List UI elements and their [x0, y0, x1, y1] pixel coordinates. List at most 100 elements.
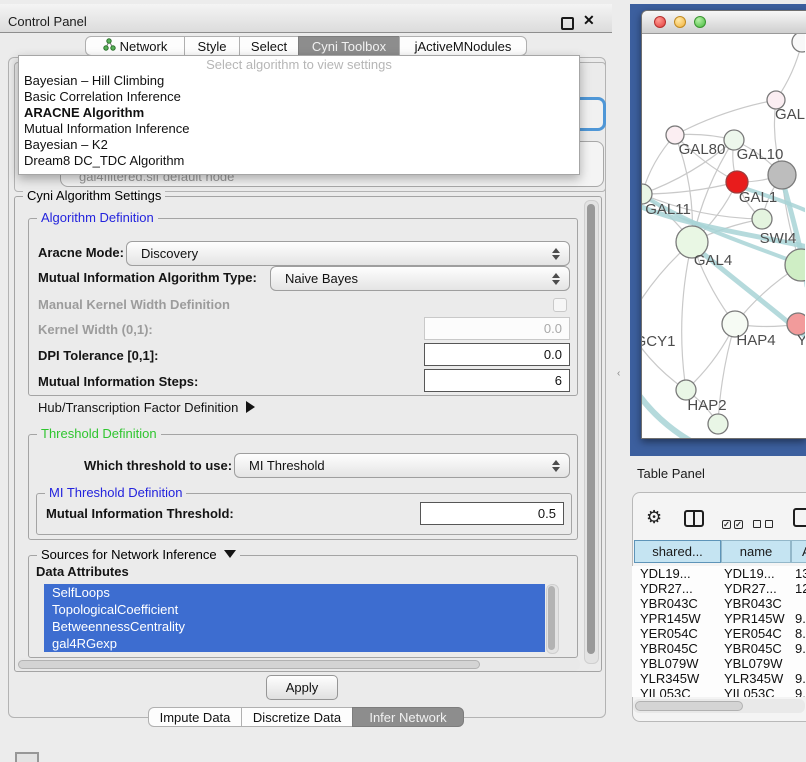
- table-row[interactable]: YBR045CYBR045C9.: [632, 641, 806, 656]
- table-row[interactable]: YBR043CYBR043C: [632, 596, 806, 611]
- node-label: GAL1: [739, 189, 777, 206]
- column-header-1[interactable]: shared...: [634, 540, 721, 563]
- node-label: GAL80: [679, 141, 726, 158]
- aracne-mode-label: Aracne Mode:: [38, 245, 124, 260]
- aracne-mode-combobox[interactable]: Discovery: [126, 241, 570, 266]
- network-edge[interactable]: [675, 100, 776, 135]
- cell: YER054C: [640, 626, 698, 641]
- column-header-2[interactable]: name: [721, 540, 791, 563]
- bottom-tabstrip: Impute Data Discretize Data Infer Network: [148, 707, 464, 729]
- unselect-all-columns-icon[interactable]: [753, 515, 777, 533]
- settings-horizontal-scrollbar[interactable]: [16, 658, 580, 671]
- minimized-panel-fragment[interactable]: [15, 752, 39, 762]
- manual-kernel-width-checkbox[interactable]: [553, 298, 567, 312]
- bottom-tab-infer-network[interactable]: Infer Network: [352, 707, 464, 727]
- kernel-width-field[interactable]: 0.0: [424, 317, 570, 340]
- sources-group-label: Sources for Network Inference: [41, 547, 217, 562]
- kernel-width-value: 0.0: [544, 321, 562, 336]
- tab-network[interactable]: Network: [85, 36, 185, 56]
- attributes-list-scrollbar-thumb[interactable]: [548, 586, 555, 650]
- select-all-columns-icon[interactable]: ✓✓: [722, 514, 746, 532]
- mi-algorithm-type-combobox[interactable]: Naive Bayes: [270, 266, 570, 291]
- window-close-button[interactable]: [654, 16, 666, 28]
- float-panel-icon[interactable]: [561, 17, 574, 30]
- bottom-tab-impute-data[interactable]: Impute Data: [148, 707, 242, 727]
- table-horizontal-scrollbar-thumb[interactable]: [635, 701, 743, 711]
- tab-cyni-toolbox[interactable]: Cyni Toolbox: [298, 36, 400, 56]
- sources-group-title[interactable]: Sources for Network Inference: [37, 547, 240, 562]
- network-canvas-svg[interactable]: GALGAL80GAL10GAL1GAL11SWI4GAL4GCY1HAP4YH…: [642, 34, 805, 439]
- show-columns-icon[interactable]: [684, 510, 704, 527]
- network-node[interactable]: [708, 414, 728, 434]
- algorithm-option[interactable]: Basic Correlation Inference: [19, 89, 579, 105]
- tab-label: Cyni Toolbox: [312, 39, 386, 54]
- data-attribute-item[interactable]: SelfLoops: [44, 584, 545, 601]
- attributes-list-scrollbar[interactable]: [546, 584, 559, 654]
- bottom-tab-discretize-data[interactable]: Discretize Data: [241, 707, 353, 727]
- network-edge[interactable]: [682, 242, 692, 390]
- mi-threshold-field[interactable]: 0.5: [420, 502, 564, 525]
- node-label: HAP2: [687, 397, 726, 414]
- algorithm-option[interactable]: Mutual Information Inference: [19, 121, 579, 137]
- threshold-definition-title: Threshold Definition: [37, 426, 161, 441]
- tab-label: Network: [120, 39, 168, 54]
- tab-select[interactable]: Select: [239, 36, 299, 56]
- tab-label: Discretize Data: [253, 710, 341, 725]
- apply-button-label: Apply: [286, 680, 319, 695]
- table-row[interactable]: YIL053CYIL053C9.: [632, 686, 806, 697]
- algorithm-option[interactable]: Bayesian – Hill Climbing: [19, 73, 579, 89]
- table-row[interactable]: YLR345WYLR345W9.: [632, 671, 806, 686]
- network-node[interactable]: [792, 34, 805, 52]
- table-row[interactable]: YDR27...YDR27...12: [632, 581, 806, 596]
- node-label: GAL4: [694, 252, 732, 269]
- combo-arrows-icon: [552, 273, 560, 285]
- mi-threshold-label: Mutual Information Threshold:: [46, 506, 234, 521]
- algorithm-option[interactable]: Bayesian – K2: [19, 137, 579, 153]
- table-row[interactable]: YER054CYER054C8.: [632, 626, 806, 641]
- gear-icon[interactable]: ⚙: [646, 507, 662, 528]
- dpi-tolerance-field[interactable]: 0.0: [424, 343, 570, 366]
- table-function-icon-fragment[interactable]: [793, 508, 806, 527]
- combo-arrows-icon: [552, 248, 560, 260]
- data-attribute-item[interactable]: gal4RGexp: [44, 635, 545, 652]
- aracne-mode-value: Discovery: [141, 246, 198, 261]
- tab-style[interactable]: Style: [184, 36, 240, 56]
- mi-algorithm-type-label: Mutual Information Algorithm Type:: [38, 270, 257, 285]
- apply-button[interactable]: Apply: [266, 675, 338, 700]
- mi-steps-field[interactable]: 6: [424, 369, 570, 392]
- node-label: GAL10: [737, 146, 784, 163]
- cell: YLR345W: [640, 671, 699, 686]
- splitter-handle[interactable]: ‹: [617, 368, 620, 379]
- network-node-swi4[interactable]: [752, 209, 772, 229]
- cell: YLR345W: [724, 671, 783, 686]
- window-minimize-button[interactable]: [674, 16, 686, 28]
- which-threshold-combobox[interactable]: MI Threshold: [234, 453, 570, 478]
- settings-vertical-scrollbar-thumb[interactable]: [587, 204, 595, 654]
- tab-jactivemnodules[interactable]: jActiveMNodules: [399, 36, 527, 56]
- data-attribute-item[interactable]: TopologicalCoefficient: [44, 601, 545, 618]
- algorithm-option[interactable]: ARACNE Algorithm: [19, 105, 579, 121]
- cell: 9.: [795, 686, 806, 697]
- close-panel-icon[interactable]: ✕: [583, 12, 595, 29]
- algorithm-dropdown-popup: Select algorithm to view settings Bayesi…: [18, 55, 580, 175]
- settings-vertical-scrollbar[interactable]: [584, 200, 599, 664]
- cell: 13: [795, 566, 806, 581]
- network-window-titlebar[interactable]: [642, 11, 806, 34]
- mi-threshold-definition-title: MI Threshold Definition: [45, 485, 186, 500]
- algorithm-option[interactable]: Dream8 DC_TDC Algorithm: [19, 153, 579, 169]
- table-row[interactable]: YDL19...YDL19...13: [632, 566, 806, 581]
- settings-horizontal-scrollbar-thumb[interactable]: [18, 660, 480, 669]
- window-zoom-button[interactable]: [694, 16, 706, 28]
- node-label: GCY1: [642, 333, 675, 350]
- network-view-window[interactable]: GALGAL80GAL10GAL1GAL11SWI4GAL4GCY1HAP4YH…: [641, 10, 806, 439]
- table-row[interactable]: YBL079WYBL079W: [632, 656, 806, 671]
- network-node[interactable]: [785, 249, 805, 281]
- cell: YDR27...: [724, 581, 777, 596]
- table-row[interactable]: YPR145WYPR145W9.: [632, 611, 806, 626]
- node-label: GAL11: [645, 201, 691, 218]
- table-horizontal-scrollbar[interactable]: [633, 699, 805, 713]
- network-node[interactable]: [768, 161, 796, 189]
- data-attribute-item[interactable]: BetweennessCentrality: [44, 618, 545, 635]
- column-header-3[interactable]: A: [791, 540, 806, 563]
- hub-definition-toggle[interactable]: Hub/Transcription Factor Definition: [38, 400, 255, 415]
